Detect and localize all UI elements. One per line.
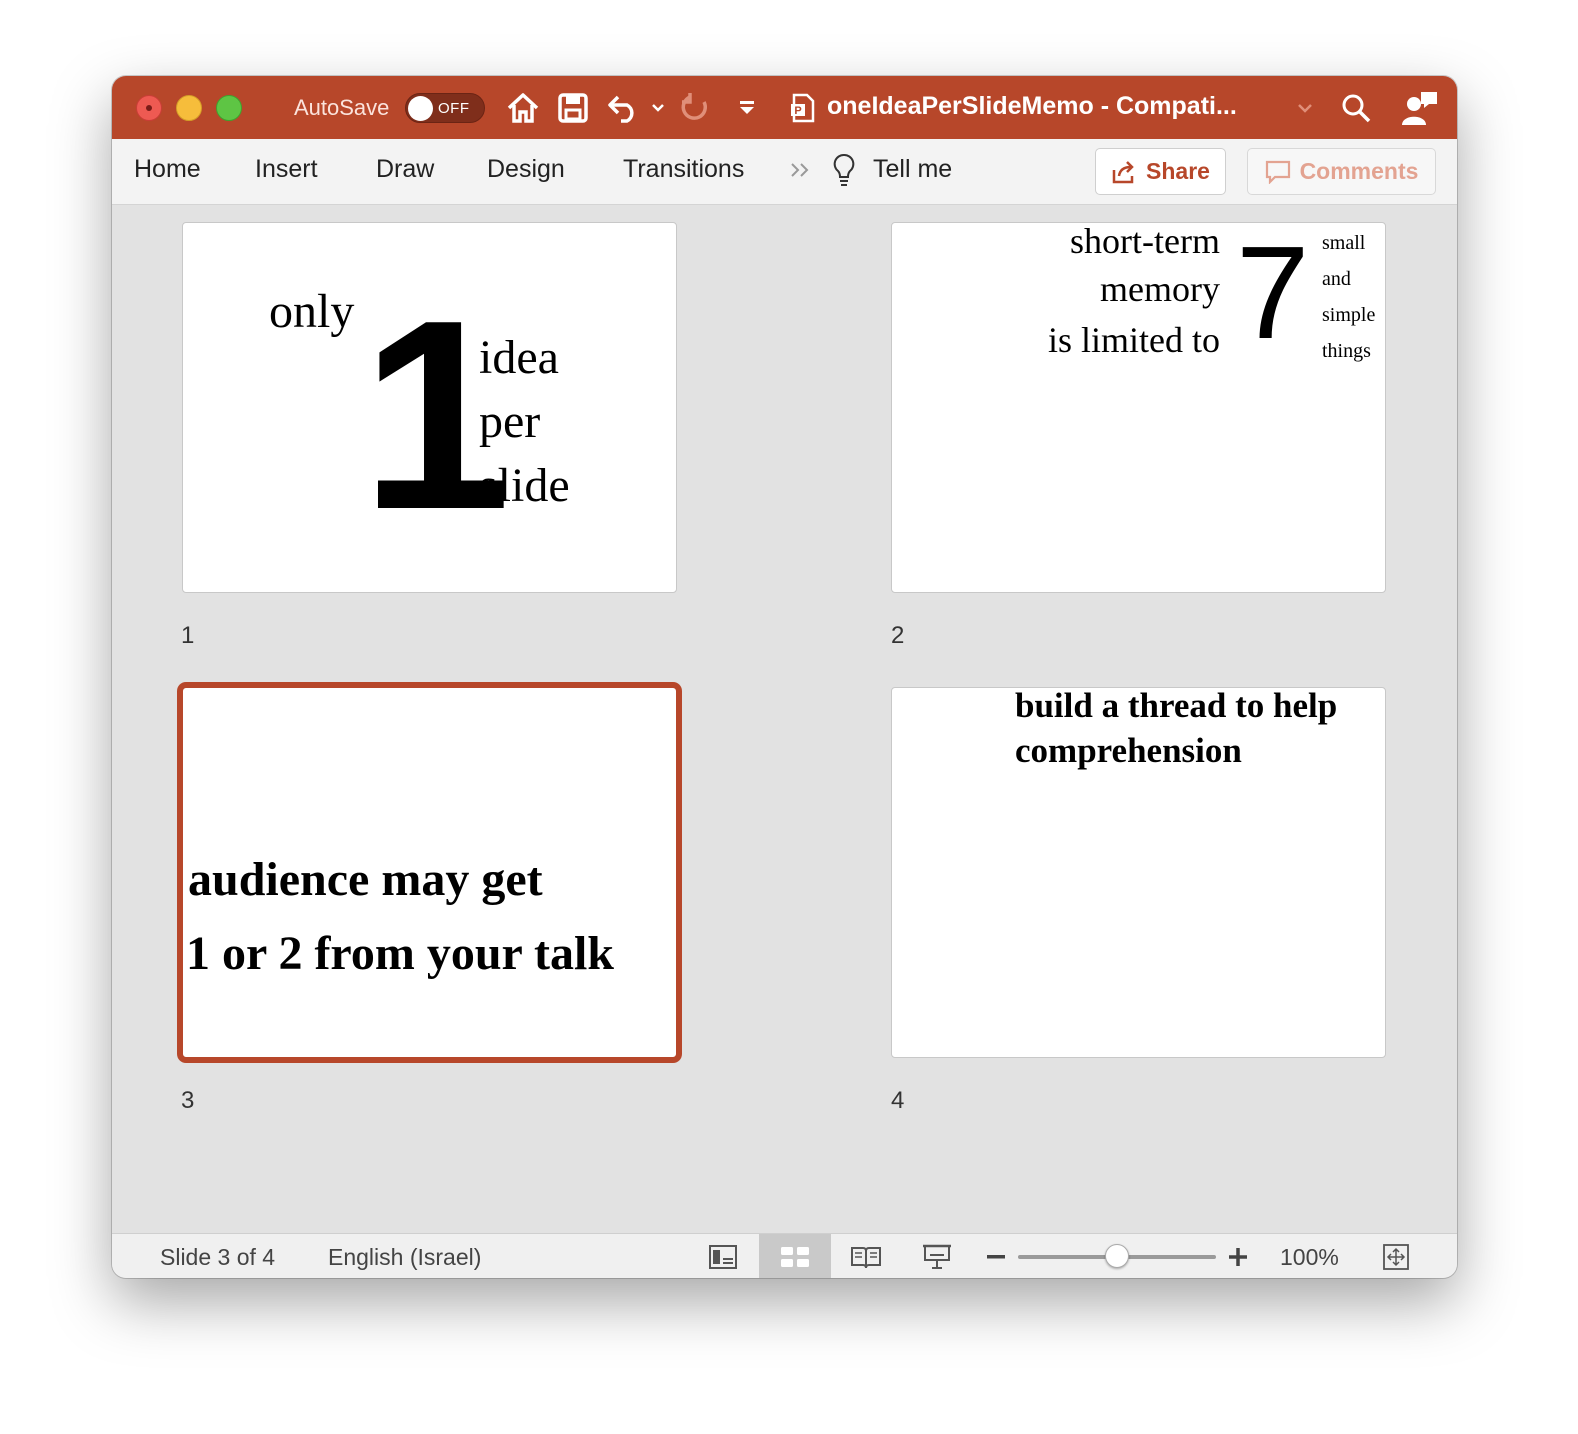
minimize-window-button[interactable] [176,95,202,121]
comments-label: Comments [1299,158,1419,184]
slide-text-thread: build a thread to help [1015,687,1338,725]
status-bar: Slide 3 of 4 English (Israel) 100% [112,1233,1457,1278]
slide-text-short-term: short-term [1070,222,1220,261]
comment-bubble-icon [1265,160,1290,184]
title-dropdown-icon[interactable] [1295,90,1315,126]
slide-text-slide: slide [479,459,570,512]
redo-icon[interactable] [678,90,714,126]
powerpoint-window: AutoSave OFF P oneIdeaPerSlideMemo - Com… [112,76,1457,1278]
slide-text-memory: memory [1100,269,1220,309]
customize-toolbar-icon[interactable] [734,90,760,126]
slide-number-3: 3 [181,1087,195,1114]
share-label: Share [1146,158,1210,184]
slide-text-audience: audience may get [188,853,543,906]
zoom-window-button[interactable] [216,95,242,121]
zoom-level[interactable]: 100% [1280,1244,1339,1271]
slide-big-seven: 7 [1236,222,1310,366]
slide-text-limited: is limited to [1047,320,1220,360]
home-icon[interactable] [504,90,542,126]
search-icon[interactable] [1339,90,1373,126]
tab-draw[interactable]: Draw [376,155,434,184]
slide-text-idea: idea [479,331,559,384]
slide-text-talk: 1 or 2 from your talk [186,927,614,980]
toggle-knob [408,96,433,121]
slide-thumbnail-2[interactable]: short-term memory is limited to 7 small … [891,222,1386,593]
comments-button[interactable]: Comments [1247,148,1436,195]
autosave-state: OFF [438,100,470,117]
slide-thumbnail-3[interactable]: audience may get 1 or 2 from your talk [182,687,677,1058]
tab-transitions[interactable]: Transitions [623,155,744,184]
title-bar: AutoSave OFF P oneIdeaPerSlideMemo - Com… [112,76,1457,139]
normal-view-icon[interactable] [706,1240,740,1273]
document-icon: P [788,90,818,126]
language-indicator[interactable]: English (Israel) [328,1244,481,1271]
tab-insert[interactable]: Insert [255,155,318,184]
slide-text-per: per [479,395,541,448]
slide-number-2: 2 [891,622,905,649]
share-button[interactable]: Share [1095,148,1226,195]
slide-number-4: 4 [891,1087,905,1114]
reading-view-icon[interactable] [848,1240,884,1273]
document-title: oneIdeaPerSlideMemo - Compati... [827,92,1237,120]
undo-icon[interactable] [606,90,642,126]
undo-dropdown-icon[interactable] [648,90,668,126]
zoom-in-icon[interactable] [1227,1240,1249,1273]
slide-text-small: small [1322,232,1366,254]
slide-text-simple: simple [1322,304,1376,326]
ribbon: Home Insert Draw Design Transitions Tell… [112,139,1457,205]
slide-text-only: only [269,285,355,338]
tab-design[interactable]: Design [487,155,565,184]
slide-thumbnail-4[interactable]: build a thread to help comprehension [891,687,1386,1058]
slide-text-things: things [1322,340,1371,362]
svg-text:P: P [794,105,801,117]
tab-home[interactable]: Home [134,155,201,184]
autosave-toggle[interactable]: OFF [405,93,485,123]
lightbulb-icon [830,151,858,189]
slide-number-1: 1 [181,622,195,649]
close-window-button[interactable] [136,95,162,121]
slide-text-comprehension: comprehension [1015,731,1242,770]
slideshow-icon[interactable] [919,1240,955,1273]
share-arrow-icon [1112,160,1134,183]
more-tabs-icon[interactable] [788,155,814,185]
fit-to-window-icon[interactable] [1381,1240,1411,1273]
slide-thumbnail-1[interactable]: only 1 idea per slide [182,222,677,593]
share-person-icon[interactable] [1400,90,1440,126]
zoom-out-icon[interactable] [985,1240,1007,1273]
slide-sorter: only 1 idea per slide 1 short-term memor… [112,206,1457,1233]
autosave-label: AutoSave [294,95,390,120]
save-icon[interactable] [555,90,591,126]
zoom-slider-knob[interactable] [1105,1244,1129,1268]
tell-me-search[interactable]: Tell me [873,155,952,184]
slide-text-and: and [1322,268,1351,290]
slide-sorter-icon[interactable] [777,1240,813,1273]
slide-counter: Slide 3 of 4 [160,1244,276,1270]
